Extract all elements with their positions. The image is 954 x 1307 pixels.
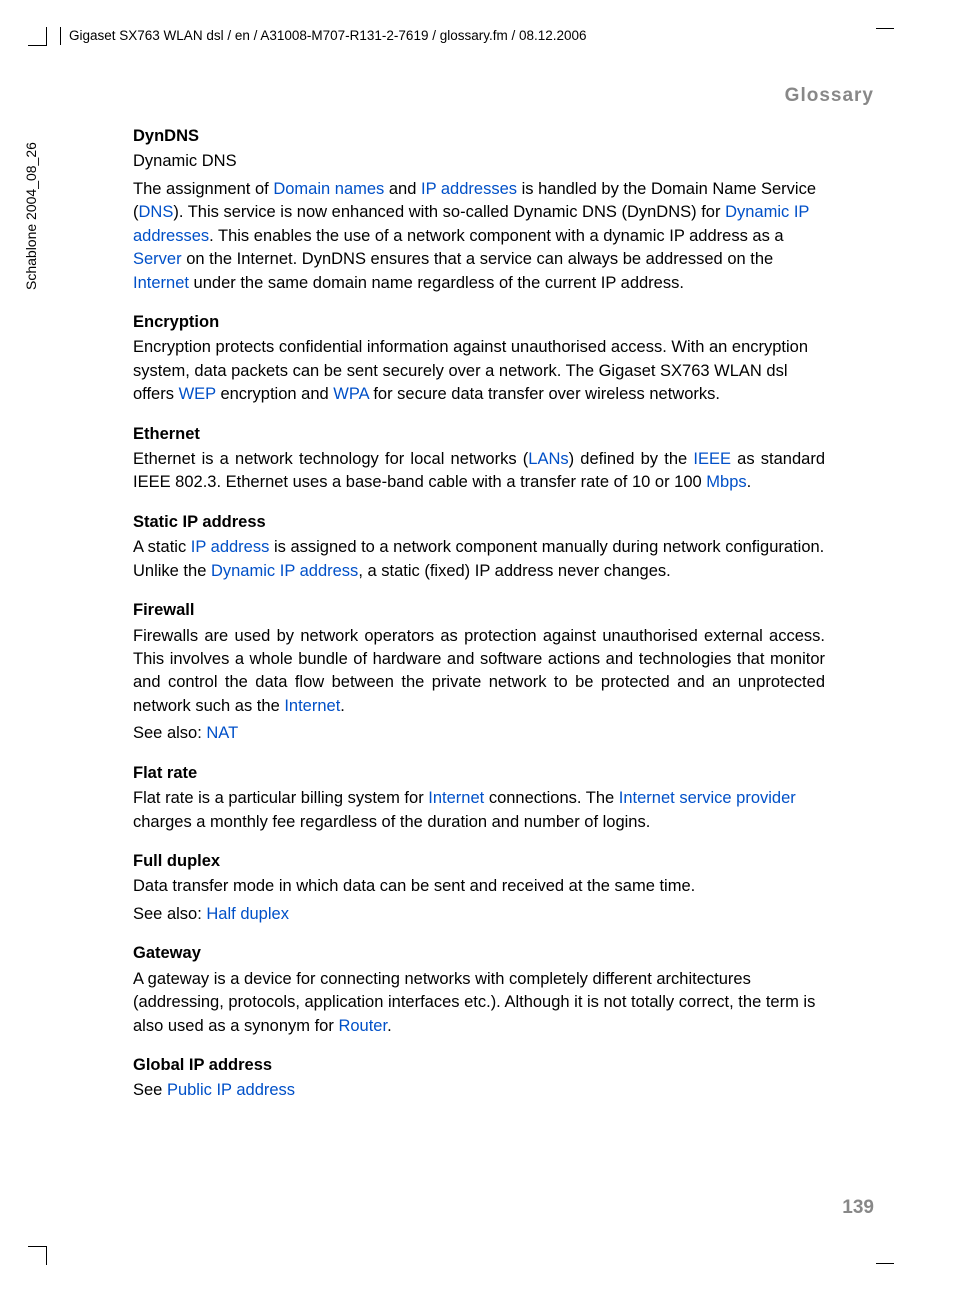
term-flatrate: Flat rate (133, 762, 825, 785)
link-wpa[interactable]: WPA (333, 385, 368, 403)
def-dyndns: The assignment of Domain names and IP ad… (133, 178, 825, 295)
text: See also: (133, 905, 206, 923)
text: A static (133, 538, 191, 556)
def-flatrate: Flat rate is a particular billing system… (133, 787, 825, 834)
text: , a static (fixed) IP address never chan… (358, 562, 670, 580)
def-dyndns-sub: Dynamic DNS (133, 150, 825, 173)
link-public-ip[interactable]: Public IP address (167, 1081, 295, 1099)
def-encryption: Encryption protects confidential informa… (133, 336, 825, 406)
crop-mark-tl (28, 27, 47, 46)
def-fullduplex: Data transfer mode in which data can be … (133, 875, 825, 898)
link-ip-address[interactable]: IP address (191, 538, 270, 556)
text: ) defined by the (569, 450, 694, 468)
term-firewall: Firewall (133, 599, 825, 622)
term-dyndns: DynDNS (133, 125, 825, 148)
def-static-ip: A static IP address is assigned to a net… (133, 536, 825, 583)
text: and (384, 180, 421, 198)
link-internet[interactable]: Internet (284, 697, 340, 715)
link-internet[interactable]: Internet (133, 274, 189, 292)
def-firewall-seealso: See also: NAT (133, 722, 825, 745)
link-domain-names[interactable]: Domain names (273, 180, 384, 198)
text: The assignment of (133, 180, 273, 198)
text: See (133, 1081, 167, 1099)
link-nat[interactable]: NAT (206, 724, 238, 742)
text: Flat rate is a particular billing system… (133, 789, 428, 807)
page-number: 139 (842, 1197, 874, 1219)
def-gateway: A gateway is a device for connecting net… (133, 968, 825, 1038)
crop-mark-bl (28, 1246, 47, 1265)
link-internet[interactable]: Internet (428, 789, 484, 807)
text: A gateway is a device for connecting net… (133, 970, 815, 1035)
link-wep[interactable]: WEP (179, 385, 216, 403)
text: on the Internet. DynDNS ensures that a s… (182, 250, 774, 268)
term-fullduplex: Full duplex (133, 850, 825, 873)
term-static-ip: Static IP address (133, 511, 825, 534)
text: ). This service is now enhanced with so-… (173, 203, 725, 221)
text: Firewalls are used by network operators … (133, 627, 825, 715)
text: for secure data transfer over wireless n… (369, 385, 720, 403)
text: . This enables the use of a network comp… (209, 227, 783, 245)
link-ieee[interactable]: IEEE (693, 450, 731, 468)
link-dynamic-ip-address[interactable]: Dynamic IP address (211, 562, 358, 580)
link-ip-addresses[interactable]: IP addresses (421, 180, 517, 198)
link-mbps[interactable]: Mbps (706, 473, 746, 491)
text: Ethernet is a network technology for loc… (133, 450, 528, 468)
link-server[interactable]: Server (133, 250, 182, 268)
section-title: Glossary (785, 85, 874, 107)
text: . (747, 473, 752, 491)
def-global-ip: See Public IP address (133, 1079, 825, 1102)
def-ethernet: Ethernet is a network technology for loc… (133, 448, 825, 495)
header-path: Gigaset SX763 WLAN dsl / en / A31008-M70… (60, 27, 587, 45)
text: . (340, 697, 345, 715)
glossary-content: DynDNS Dynamic DNS The assignment of Dom… (133, 125, 825, 1107)
link-halfduplex[interactable]: Half duplex (206, 905, 289, 923)
text: . (387, 1017, 392, 1035)
link-isp[interactable]: Internet service provider (619, 789, 796, 807)
template-side-text: Schablone 2004_08_26 (23, 142, 39, 290)
term-global-ip: Global IP address (133, 1054, 825, 1077)
text: See also: (133, 724, 206, 742)
text: connections. The (484, 789, 619, 807)
text: charges a monthly fee regardless of the … (133, 813, 650, 831)
crop-mark-br (876, 1263, 894, 1265)
text: under the same domain name regardless of… (189, 274, 684, 292)
def-firewall: Firewalls are used by network operators … (133, 625, 825, 719)
term-encryption: Encryption (133, 311, 825, 334)
link-router[interactable]: Router (338, 1017, 387, 1035)
term-ethernet: Ethernet (133, 423, 825, 446)
term-gateway: Gateway (133, 942, 825, 965)
text: encryption and (216, 385, 333, 403)
link-lans[interactable]: LANs (528, 450, 568, 468)
link-dns[interactable]: DNS (139, 203, 174, 221)
def-fullduplex-seealso: See also: Half duplex (133, 903, 825, 926)
crop-mark-tr (876, 27, 894, 29)
